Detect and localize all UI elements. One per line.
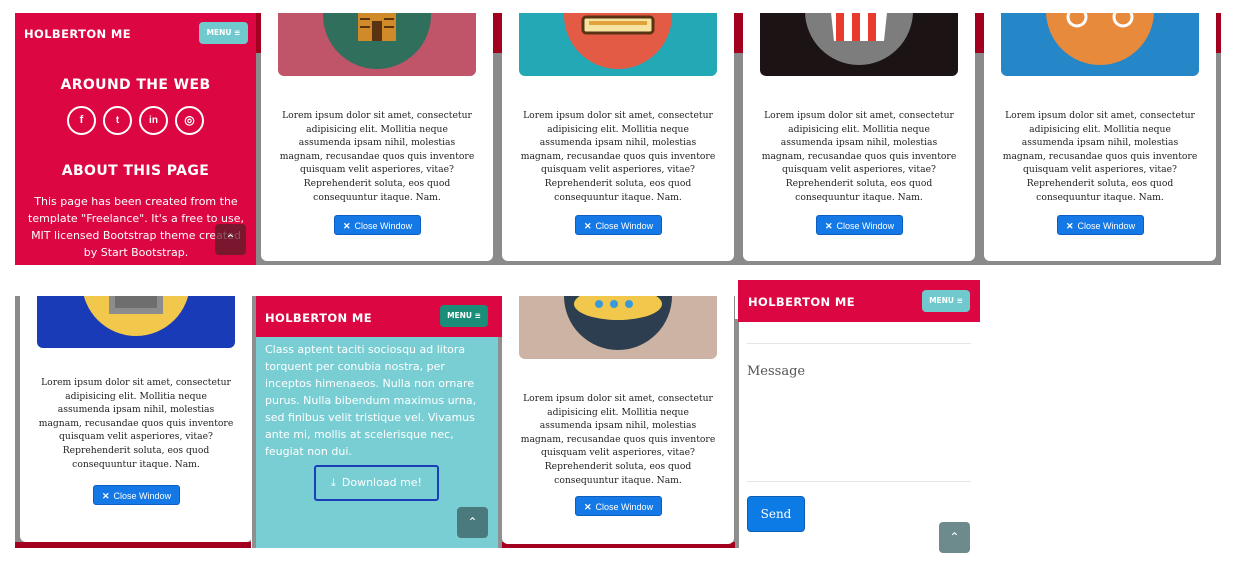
- portfolio-modal: Lorem ipsum dolor sit amet, consectetur …: [743, 13, 975, 261]
- portfolio-image-submarine: [519, 296, 717, 359]
- modal-description: Lorem ipsum dolor sit amet, consectetur …: [520, 110, 716, 203]
- portfolio-image-cabin: [278, 13, 476, 76]
- chevron-up-icon: ⌃: [225, 232, 236, 246]
- brand-logo[interactable]: HOLBERTON ME: [748, 295, 855, 309]
- tile-left-edge: [735, 319, 739, 548]
- contact-section-tile: HOLBERTON ME MENU ≡ Message Send: [735, 279, 980, 548]
- about-text: This page has been created from the temp…: [28, 195, 244, 259]
- modal-description: Lorem ipsum dolor sit amet, consectetur …: [279, 110, 475, 203]
- facebook-icon[interactable]: f: [67, 106, 96, 135]
- twitter-icon[interactable]: t: [103, 106, 132, 135]
- close-window-button[interactable]: ✕ Close Window: [575, 496, 663, 516]
- close-icon: ✕: [825, 221, 833, 231]
- close-window-button[interactable]: ✕ Close Window: [1057, 215, 1145, 235]
- menu-button[interactable]: MENU ≡: [922, 290, 970, 312]
- about-this-page-heading: ABOUT THIS PAGE: [61, 163, 210, 179]
- form-divider: [747, 481, 971, 482]
- portfolio-modal: Lorem ipsum dolor sit amet, consectetur …: [502, 13, 734, 261]
- footer-panel-tile: HOLBERTON ME MENU ≡ AROUND THE WEB f t i…: [15, 13, 256, 265]
- close-icon: ✕: [1066, 221, 1074, 231]
- portfolio-modal-tile-1: Lorem ipsum dolor sit amet, consectetur …: [256, 13, 497, 265]
- chevron-up-icon: ⌃: [467, 515, 478, 529]
- send-button[interactable]: Send: [747, 496, 805, 532]
- scroll-top-button[interactable]: ⌃: [215, 224, 246, 255]
- portfolio-modal-tile-4: Lorem ipsum dolor sit amet, consectetur …: [979, 13, 1221, 265]
- navbar: HOLBERTON ME MENU ≡: [738, 280, 980, 322]
- close-icon: ✕: [343, 221, 351, 231]
- close-window-label: Close Window: [1077, 221, 1136, 231]
- close-icon: ✕: [584, 502, 592, 512]
- portfolio-modal: Lorem ipsum dolor sit amet, consectetur …: [502, 296, 734, 544]
- message-field[interactable]: Message: [747, 364, 971, 474]
- menu-button[interactable]: MENU ≡: [199, 22, 248, 44]
- modal-description: Lorem ipsum dolor sit amet, consectetur …: [1002, 110, 1198, 203]
- close-window-button[interactable]: ✕ Close Window: [816, 215, 904, 235]
- close-window-button[interactable]: ✕ Close Window: [575, 215, 663, 235]
- chevron-up-icon: ⌃: [949, 530, 960, 544]
- modal-description: Lorem ipsum dolor sit amet, consectetur …: [38, 377, 234, 470]
- navbar: HOLBERTON ME MENU ≡: [256, 296, 502, 337]
- close-window-label: Close Window: [595, 502, 654, 512]
- dribbble-icon[interactable]: ◎: [175, 106, 204, 135]
- brand-logo[interactable]: HOLBERTON ME: [24, 27, 131, 41]
- linkedin-icon[interactable]: in: [139, 106, 168, 135]
- form-divider: [747, 343, 971, 344]
- close-window-label: Close Window: [113, 491, 172, 501]
- portfolio-modal: Lorem ipsum dolor sit amet, consectetur …: [20, 296, 251, 542]
- close-window-label: Close Window: [354, 221, 413, 231]
- around-the-web-heading: AROUND THE WEB: [60, 77, 211, 93]
- about-text: Class aptent taciti sociosqu ad litora t…: [265, 343, 477, 458]
- portfolio-image-circus: [760, 13, 958, 76]
- about-section-tile: HOLBERTON ME MENU ≡ Class aptent taciti …: [252, 296, 502, 548]
- modal-description: Lorem ipsum dolor sit amet, consectetur …: [761, 110, 957, 203]
- download-label: Download me!: [341, 476, 422, 489]
- close-icon: ✕: [584, 221, 592, 231]
- portfolio-modal-tile-3: Lorem ipsum dolor sit amet, consectetur …: [738, 13, 979, 265]
- portfolio-image-game: [1001, 13, 1199, 76]
- brand-logo[interactable]: HOLBERTON ME: [265, 311, 372, 325]
- navbar: HOLBERTON ME MENU ≡: [15, 13, 256, 53]
- scroll-top-button[interactable]: ⌃: [939, 522, 970, 553]
- close-window-label: Close Window: [595, 221, 654, 231]
- portfolio-modal-tile-6: Lorem ipsum dolor sit amet, consectetur …: [502, 296, 738, 548]
- download-button[interactable]: ⤓ Download me!: [314, 465, 439, 501]
- menu-button[interactable]: MENU ≡: [440, 305, 488, 327]
- portfolio-modal-tile-2: Lorem ipsum dolor sit amet, consectetur …: [497, 13, 738, 265]
- scroll-top-button[interactable]: ⌃: [457, 507, 488, 538]
- portfolio-image-cake: [519, 13, 717, 76]
- modal-backdrop-bottom: [15, 542, 251, 548]
- portfolio-modal: Lorem ipsum dolor sit amet, consectetur …: [261, 13, 493, 261]
- close-window-label: Close Window: [836, 221, 895, 231]
- portfolio-modal-tile-5: Lorem ipsum dolor sit amet, consectetur …: [15, 296, 251, 548]
- close-window-button[interactable]: ✕ Close Window: [334, 215, 422, 235]
- modal-description: Lorem ipsum dolor sit amet, consectetur …: [520, 393, 716, 486]
- close-icon: ✕: [102, 491, 110, 501]
- portfolio-image-safe: [37, 296, 235, 348]
- close-window-button[interactable]: ✕ Close Window: [93, 485, 181, 505]
- portfolio-modal: Lorem ipsum dolor sit amet, consectetur …: [984, 13, 1216, 261]
- download-icon: ⤓: [331, 476, 336, 489]
